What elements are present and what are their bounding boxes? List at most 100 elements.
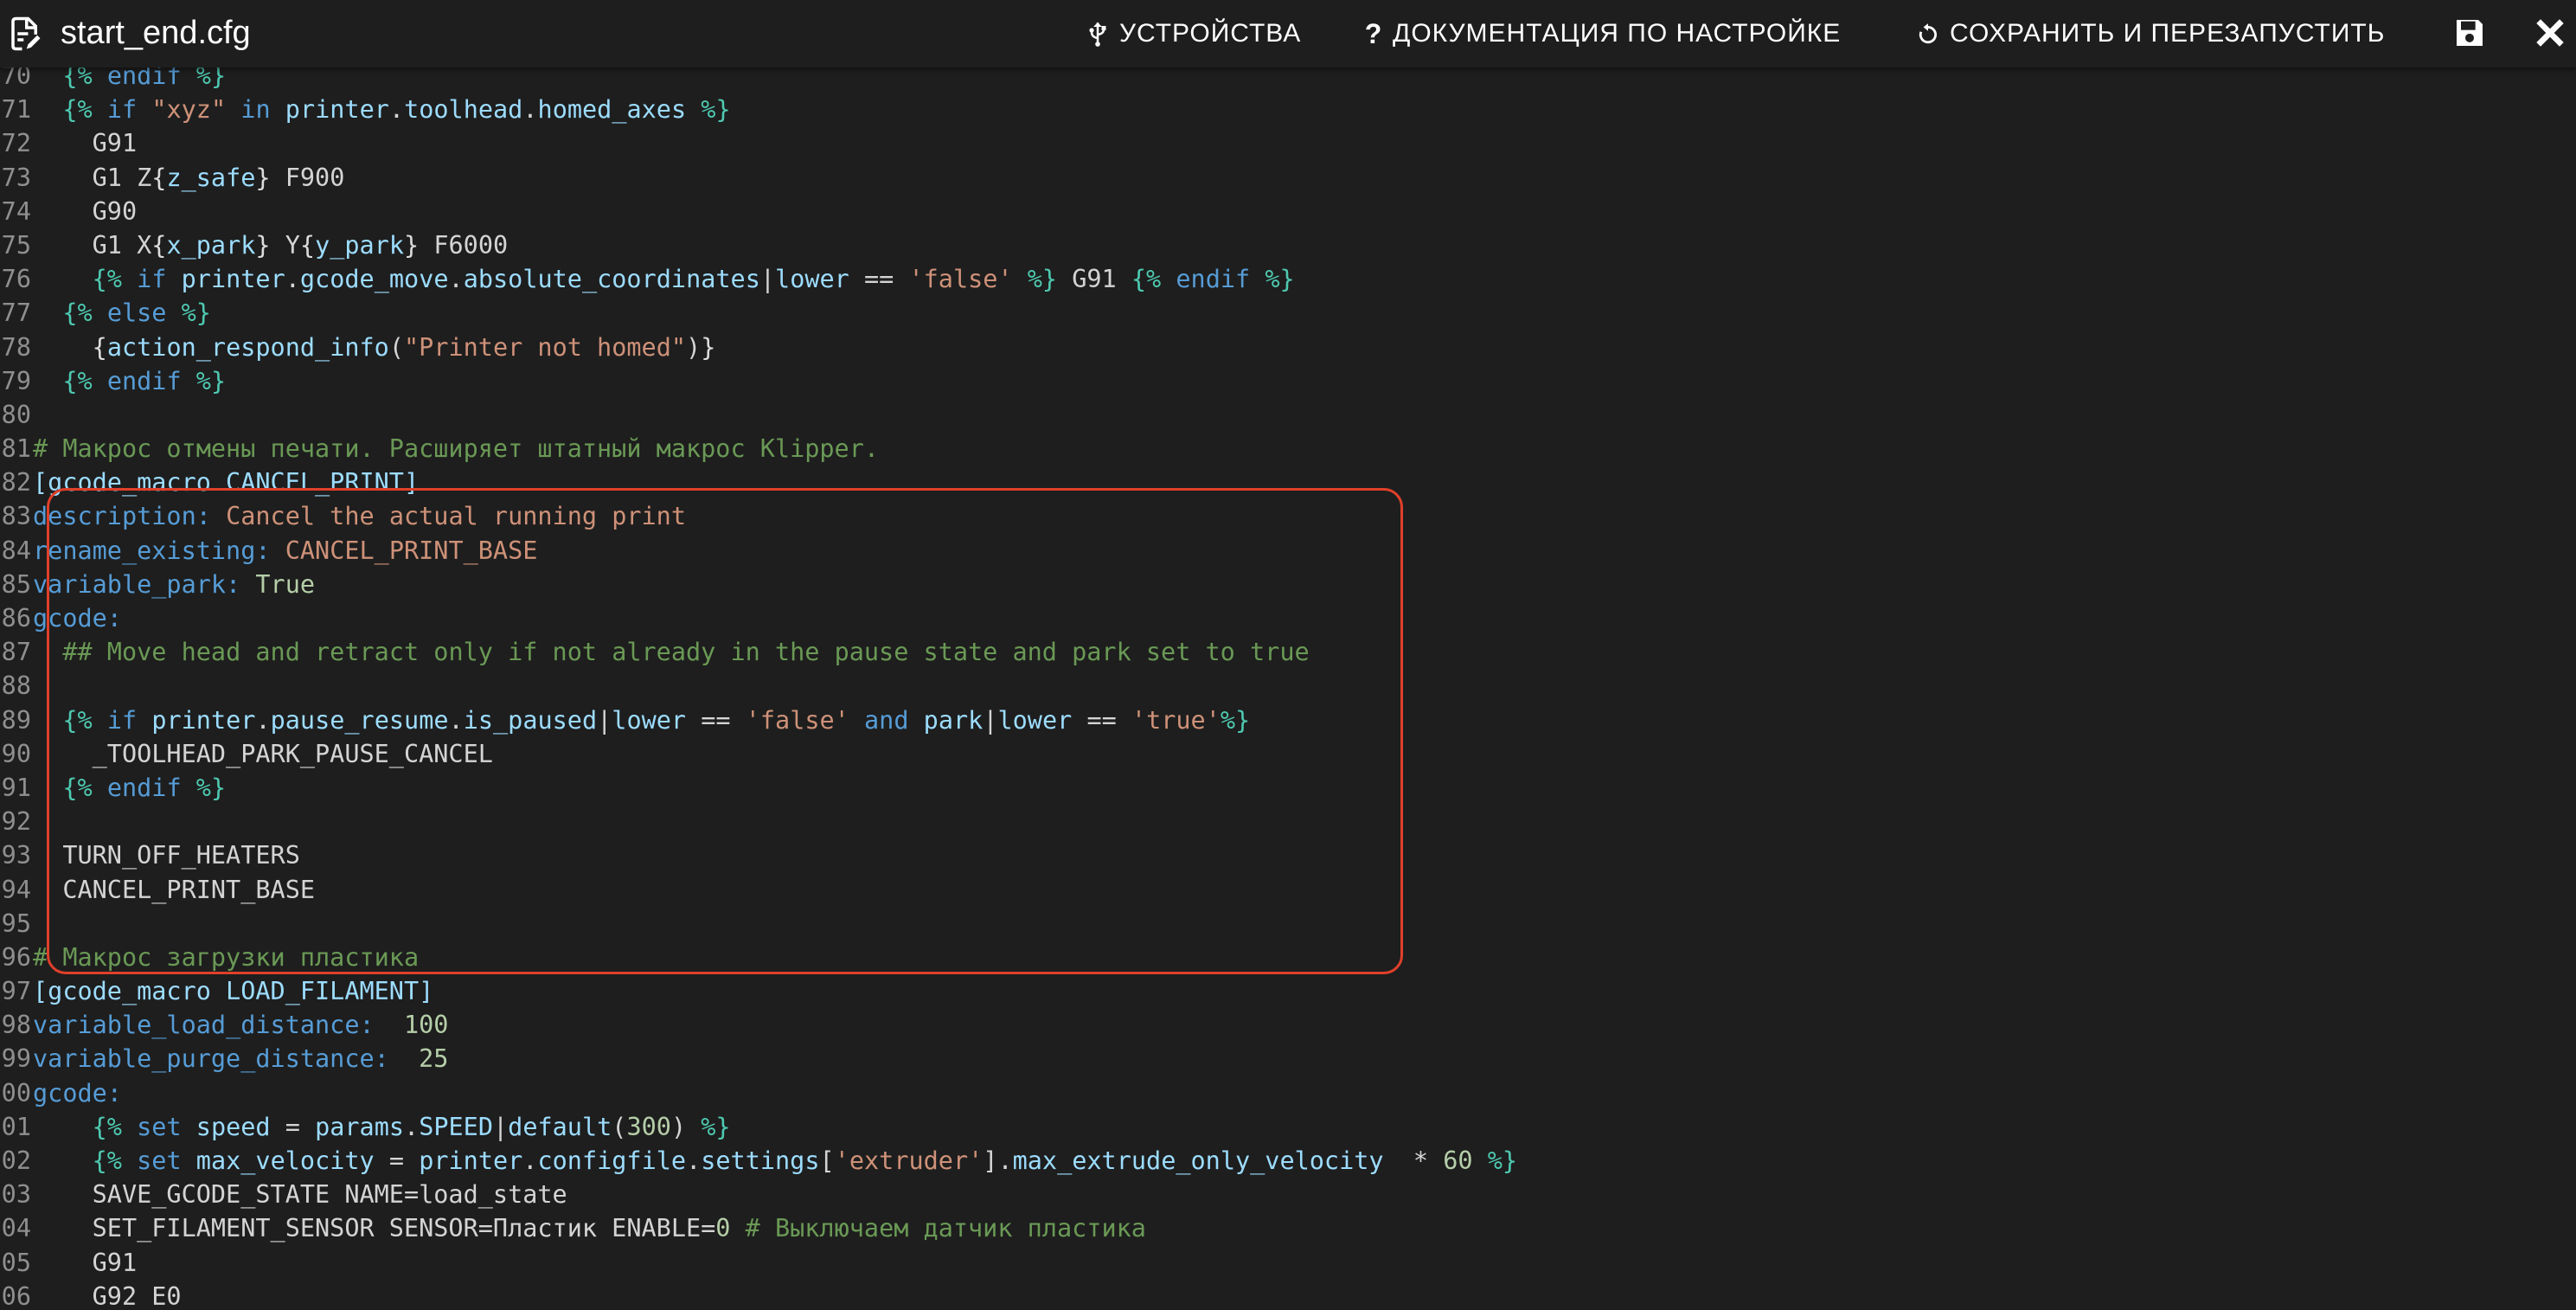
line-number-text: 80	[1, 400, 31, 429]
line-number-text: 93	[1, 841, 31, 870]
line-number: 89	[0, 703, 31, 737]
line-text: {% set max_velocity = printer.configfile…	[92, 1146, 1518, 1175]
line-number-text: 96	[1, 942, 31, 972]
line-number: 80	[0, 398, 31, 432]
line-text: {% if printer.gcode_move.absolute_coordi…	[92, 265, 1295, 294]
line-text: {% if "xyz" in printer.toolhead.homed_ax…	[62, 95, 731, 125]
docs-button[interactable]: ? ДОКУМЕНТАЦИЯ ПО НАСТРОЙКЕ	[1365, 16, 1841, 52]
line-number-text: 79	[1, 366, 31, 395]
line-text: CANCEL_PRINT_BASE	[33, 875, 316, 904]
file-title: start_end.cfg	[61, 15, 251, 51]
line-number: 101	[0, 1110, 31, 1144]
line-number-text: 74	[1, 196, 31, 226]
line-text: {action_respond_info("Printer not homed"…	[92, 332, 716, 362]
line-number: 83	[0, 499, 31, 533]
line-number-text: 103	[0, 1180, 31, 1210]
line-number: 75	[0, 228, 31, 262]
line-text: [gcode_macro LOAD_FILAMENT]	[33, 977, 434, 1006]
line-number-text: 98	[1, 1011, 31, 1040]
line-number-text: 82	[1, 468, 31, 498]
line-number: 86	[0, 601, 31, 635]
line-number: 100	[0, 1076, 31, 1110]
line-number-text: 100	[0, 1078, 31, 1108]
line-number-text: 77	[1, 299, 31, 328]
line-number: 73	[0, 161, 31, 195]
line-number: 95	[0, 907, 31, 941]
line-number-text: 94	[1, 875, 31, 904]
line-number-text: 75	[1, 230, 31, 260]
line-number: 71	[0, 93, 31, 126]
usb-icon	[1086, 21, 1109, 47]
help-icon: ?	[1364, 17, 1383, 49]
line-number-text: 87	[1, 638, 31, 667]
line-text: _TOOLHEAD_PARK_PAUSE_CANCEL	[33, 739, 493, 768]
line-number-text: 99	[1, 1044, 31, 1074]
line-text: # Макрос отмены печати. Расширяет штатны…	[33, 434, 880, 464]
line-text: SET_FILAMENT_SENSOR SENSOR=Пластик ENABL…	[33, 1214, 1146, 1243]
line-number: 99	[0, 1042, 31, 1076]
line-number: 92	[0, 805, 31, 838]
line-number: 105	[0, 1246, 31, 1280]
save-icon[interactable]	[2452, 16, 2487, 50]
line-number: 88	[0, 669, 31, 703]
line-text: gcode:	[33, 1078, 122, 1108]
save-restart-button[interactable]: СОХРАНИТЬ И ПЕРЕЗАПУСТИТЬ	[1917, 16, 2385, 52]
line-text: G92 E0	[33, 1281, 182, 1310]
line-number-text: 89	[1, 705, 31, 735]
line-number: 104	[0, 1211, 31, 1245]
line-text: gcode:	[33, 604, 122, 633]
save-restart-button-label: СОХРАНИТЬ И ПЕРЕЗАПУСТИТЬ	[1950, 19, 2386, 48]
line-number: 96	[0, 941, 31, 974]
line-number-text: 78	[1, 332, 31, 362]
line-text: G91	[33, 129, 138, 158]
line-text: {% endif %}	[62, 67, 227, 90]
line-number-text: 71	[1, 95, 31, 125]
line-number: 72	[0, 126, 31, 160]
line-number-text: 95	[1, 909, 31, 938]
line-text: SAVE_GCODE_STATE NAME=load_state	[33, 1180, 567, 1210]
line-number: 85	[0, 568, 31, 601]
line-number: 106	[0, 1280, 31, 1310]
line-number: 97	[0, 974, 31, 1008]
line-number-text: 105	[0, 1248, 31, 1277]
line-text: {% endif %}	[62, 366, 227, 395]
docs-button-label: ДОКУМЕНТАЦИЯ ПО НАСТРОЙКЕ	[1393, 19, 1842, 48]
line-text: description: Cancel the actual running p…	[33, 502, 686, 531]
line-text: variable_load_distance: 100	[33, 1011, 449, 1040]
file-edit-icon	[11, 16, 41, 51]
close-icon[interactable]	[2533, 16, 2567, 50]
line-number: 102	[0, 1144, 31, 1178]
line-number: 84	[0, 534, 31, 568]
line-number-text: 85	[1, 569, 31, 599]
line-number-text: 90	[1, 739, 31, 768]
line-number-text: 83	[1, 502, 31, 531]
line-text: TURN_OFF_HEATERS	[33, 841, 300, 870]
line-text: {% set speed = params.SPEED|default(300)…	[92, 1112, 731, 1141]
line-text: G1 X{x_park} Y{y_park} F6000	[33, 230, 509, 260]
line-text: # Макрос загрузки пластика	[33, 942, 420, 972]
line-text: G91	[33, 1248, 138, 1277]
line-number: 70	[0, 67, 31, 93]
line-number: 81	[0, 432, 31, 466]
line-number: 98	[0, 1008, 31, 1042]
devices-button[interactable]: УСТРОЙСТВА	[1086, 16, 1301, 52]
line-number: 74	[0, 195, 31, 228]
line-number: 93	[0, 838, 31, 872]
line-number-text: 73	[1, 163, 31, 192]
line-text: {% else %}	[62, 299, 211, 328]
line-number-text: 102	[0, 1146, 31, 1175]
line-number: 91	[0, 771, 31, 805]
line-number: 82	[0, 466, 31, 499]
line-number: 79	[0, 364, 31, 398]
line-number: 78	[0, 331, 31, 364]
line-number-text: 70	[1, 67, 31, 90]
code-editor[interactable]: 70 {% endif %} 71 {% if "xyz" in printer.…	[0, 67, 2576, 1310]
line-text: {% if printer.pause_resume.is_paused|low…	[62, 705, 1251, 735]
line-number-text: 91	[1, 773, 31, 802]
line-number: 76	[0, 262, 31, 296]
line-text: variable_park: True	[33, 569, 316, 599]
line-text: rename_existing: CANCEL_PRINT_BASE	[33, 536, 538, 565]
line-number-text: 76	[1, 265, 31, 294]
line-number-text: 86	[1, 604, 31, 633]
line-number-text: 84	[1, 536, 31, 565]
